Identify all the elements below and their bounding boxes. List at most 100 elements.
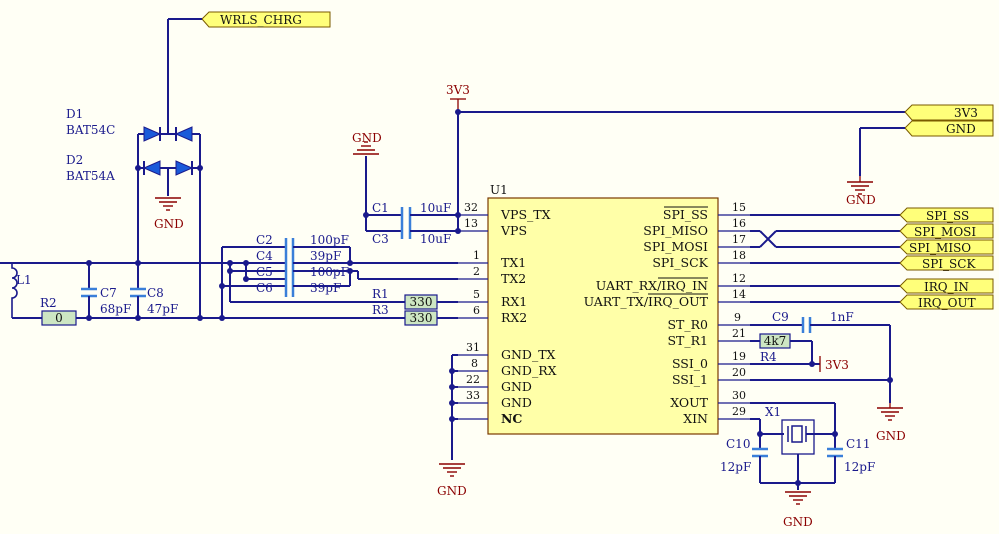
u1-pin-name: VPS xyxy=(500,223,527,238)
c2-ref: C2 xyxy=(256,233,273,247)
power-gnd-c1: GND xyxy=(352,131,382,145)
u1-pin-num: 12 xyxy=(732,272,746,285)
u1-pin-name: GND xyxy=(501,395,532,410)
schematic-canvas: U1 32 13 1 2 5 6 31 8 22 33 VPS_TX VPS T… xyxy=(0,0,999,534)
port-spi-mosi: SPI_MOSI xyxy=(899,223,994,239)
c6-val: 39pF xyxy=(310,281,341,295)
power-3v3-top: 3V3 xyxy=(446,83,470,97)
u1-pin-name: TX2 xyxy=(501,271,526,286)
r4-val: 4k7 xyxy=(764,334,787,348)
u1-pin-num: 20 xyxy=(732,366,746,379)
u1-pin-num: 14 xyxy=(732,288,746,301)
port-spi-miso: SPI_MISO xyxy=(899,239,994,255)
u1-pin-name: SSI_1 xyxy=(672,372,708,387)
u1-pin-num: 15 xyxy=(732,201,746,214)
x1-ref: X1 xyxy=(765,405,781,419)
svg-text:IRQ_OUT: IRQ_OUT xyxy=(918,296,976,310)
u1-pin-name: SPI_MISO xyxy=(643,223,708,238)
r1-ref: R1 xyxy=(372,287,389,301)
svg-text:GND: GND xyxy=(946,122,976,136)
u1-pin-num: 9 xyxy=(734,311,741,324)
r4-ref: R4 xyxy=(760,350,777,364)
c1-val: 10uF xyxy=(420,201,451,215)
port-irq-out: IRQ_OUT xyxy=(899,294,994,310)
svg-text:SPI_SS: SPI_SS xyxy=(926,209,969,223)
u1-pin-name-nc: NC xyxy=(501,411,522,426)
u1-pin-name: ST_R1 xyxy=(667,333,708,348)
c2-val: 100pF xyxy=(310,233,349,247)
u1-pin-name: SSI_0 xyxy=(672,356,708,371)
u1-pin-num: 6 xyxy=(473,304,480,317)
r3-val: 330 xyxy=(410,311,433,325)
u1-pin-name: TX1 xyxy=(501,255,526,270)
u1-pin-name: SPI_SCK xyxy=(652,255,708,270)
u1-pin-name: RX1 xyxy=(501,294,527,309)
r2-ref: R2 xyxy=(40,296,57,310)
u1-pin-num: 17 xyxy=(732,233,746,246)
port-spi-ss: SPI_SS xyxy=(899,207,994,223)
u1-pin-name: UART_RX/IRQ_IN xyxy=(596,278,708,293)
r2-val: 0 xyxy=(55,311,63,325)
u1-pin-name: ST_R0 xyxy=(667,317,708,332)
svg-text:SPI_MOSI: SPI_MOSI xyxy=(914,225,976,239)
u1-pin-num: 33 xyxy=(466,389,480,402)
power-gnd-right: GND xyxy=(846,193,876,207)
u1-pin-num: 21 xyxy=(732,327,746,340)
svg-text:IRQ_IN: IRQ_IN xyxy=(924,280,969,294)
power-gnd-diode: GND xyxy=(154,217,184,231)
schematic: U1 32 13 1 2 5 6 31 8 22 33 VPS_TX VPS T… xyxy=(0,11,994,529)
d1-val: BAT54C xyxy=(66,123,115,137)
u1-pin-num: 5 xyxy=(473,288,480,301)
d2-val: BAT54A xyxy=(66,169,115,183)
port-irq-in: IRQ_IN xyxy=(899,278,994,294)
r1-val: 330 xyxy=(410,295,433,309)
u1-pin-num: 31 xyxy=(466,341,480,354)
u1-pin-num: 13 xyxy=(464,217,478,230)
u1-pin-num: 19 xyxy=(732,350,746,363)
power-gnd-st: GND xyxy=(876,429,906,443)
c9-ref: C9 xyxy=(772,310,789,324)
x1-frame xyxy=(781,419,815,455)
c9-val: 1nF xyxy=(830,310,854,324)
u1-pin-num: 29 xyxy=(732,405,746,418)
u1-pin-num: 1 xyxy=(473,249,480,262)
d2-ref: D2 xyxy=(66,153,83,167)
u1-pin-num: 16 xyxy=(732,217,746,230)
power-gnd-x1: GND xyxy=(783,515,813,529)
c10-ref: C10 xyxy=(726,437,750,451)
u1-pin-name: GND xyxy=(501,379,532,394)
svg-text:WRLS_CHRG: WRLS_CHRG xyxy=(220,13,302,27)
u1-pin-name: RX2 xyxy=(501,310,527,325)
port-gnd: GND xyxy=(904,120,994,137)
d1-ref: D1 xyxy=(66,107,83,121)
u1-pin-num: 2 xyxy=(473,265,480,278)
u1-pin-name: XIN xyxy=(683,411,708,426)
c6-ref: C6 xyxy=(256,281,273,295)
u1-ref: U1 xyxy=(490,183,508,197)
u1-pin-name: GND_TX xyxy=(501,347,556,362)
c8-val: 47pF xyxy=(147,302,178,316)
u1-pin-num: 32 xyxy=(464,201,478,214)
u1-pin-num: 22 xyxy=(466,373,480,386)
c10-val: 12pF xyxy=(720,460,751,474)
svg-text:3V3: 3V3 xyxy=(954,106,978,120)
power-3v3-r4: 3V3 xyxy=(825,358,849,372)
l1-ref: L1 xyxy=(16,273,32,287)
c4-ref: C4 xyxy=(256,249,273,263)
c5-ref: C5 xyxy=(256,265,273,279)
u1-pin-name: UART_TX/IRQ_OUT xyxy=(584,294,709,309)
c1-ref: C1 xyxy=(372,201,389,215)
port-spi-sck: SPI_SCK xyxy=(899,255,994,271)
c8-ref: C8 xyxy=(147,286,164,300)
c3-ref: C3 xyxy=(372,232,389,246)
u1-pin-name: VPS_TX xyxy=(500,207,551,222)
c7-ref: C7 xyxy=(100,286,117,300)
c11-val: 12pF xyxy=(844,460,875,474)
r3-ref: R3 xyxy=(372,303,389,317)
power-gnd-u1: GND xyxy=(437,484,467,498)
u1-pin-name: SPI_MOSI xyxy=(643,239,708,254)
u1-pin-name: GND_RX xyxy=(501,363,557,378)
u1-pin-name: SPI_SS xyxy=(663,207,708,222)
u1-pin-name: XOUT xyxy=(670,395,708,410)
c7-val: 68pF xyxy=(100,302,131,316)
